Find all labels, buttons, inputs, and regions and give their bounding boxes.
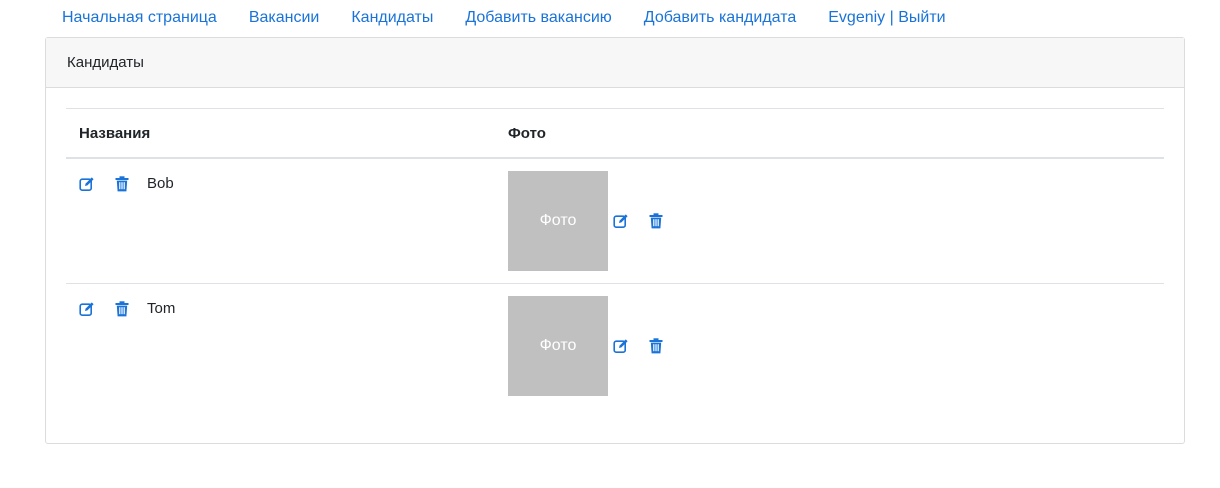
row-actions: [78, 175, 148, 193]
edit-icon[interactable]: [78, 175, 96, 193]
photo-cell: Фото: [508, 171, 682, 271]
trash-icon[interactable]: [113, 175, 131, 193]
table-header: Названия Фото: [66, 108, 1164, 159]
nav-user-logout[interactable]: Evgeniy | Выйти: [812, 0, 961, 36]
table-row: Tom Фото: [66, 284, 1164, 408]
candidate-photo: Фото: [508, 296, 608, 396]
top-nav: Начальная страница Вакансии Кандидаты До…: [46, 0, 962, 36]
candidate-name: Tom: [147, 300, 176, 317]
trash-icon[interactable]: [647, 337, 665, 355]
nav-add-candidate[interactable]: Добавить кандидата: [628, 0, 812, 36]
card-header: Кандидаты: [46, 38, 1184, 88]
trash-icon[interactable]: [113, 300, 131, 318]
candidate-photo: Фото: [508, 171, 608, 271]
edit-icon[interactable]: [78, 300, 96, 318]
candidate-name: Bob: [147, 175, 174, 192]
candidates-card: Кандидаты Названия Фото Bob Фото Tom Фот…: [45, 37, 1185, 444]
nav-add-vacancy[interactable]: Добавить вакансию: [449, 0, 627, 36]
row-actions: [78, 300, 148, 318]
nav-candidates[interactable]: Кандидаты: [335, 0, 449, 36]
table-row: Bob Фото: [66, 159, 1164, 284]
edit-icon[interactable]: [612, 337, 630, 355]
card-title: Кандидаты: [67, 54, 144, 71]
trash-icon[interactable]: [647, 212, 665, 230]
edit-icon[interactable]: [612, 212, 630, 230]
nav-home[interactable]: Начальная страница: [46, 0, 233, 36]
header-name: Названия: [79, 124, 151, 142]
nav-vacancies[interactable]: Вакансии: [233, 0, 336, 36]
header-photo: Фото: [508, 124, 546, 142]
candidates-table: Названия Фото Bob Фото Tom Фото: [66, 108, 1164, 408]
photo-cell: Фото: [508, 296, 682, 396]
